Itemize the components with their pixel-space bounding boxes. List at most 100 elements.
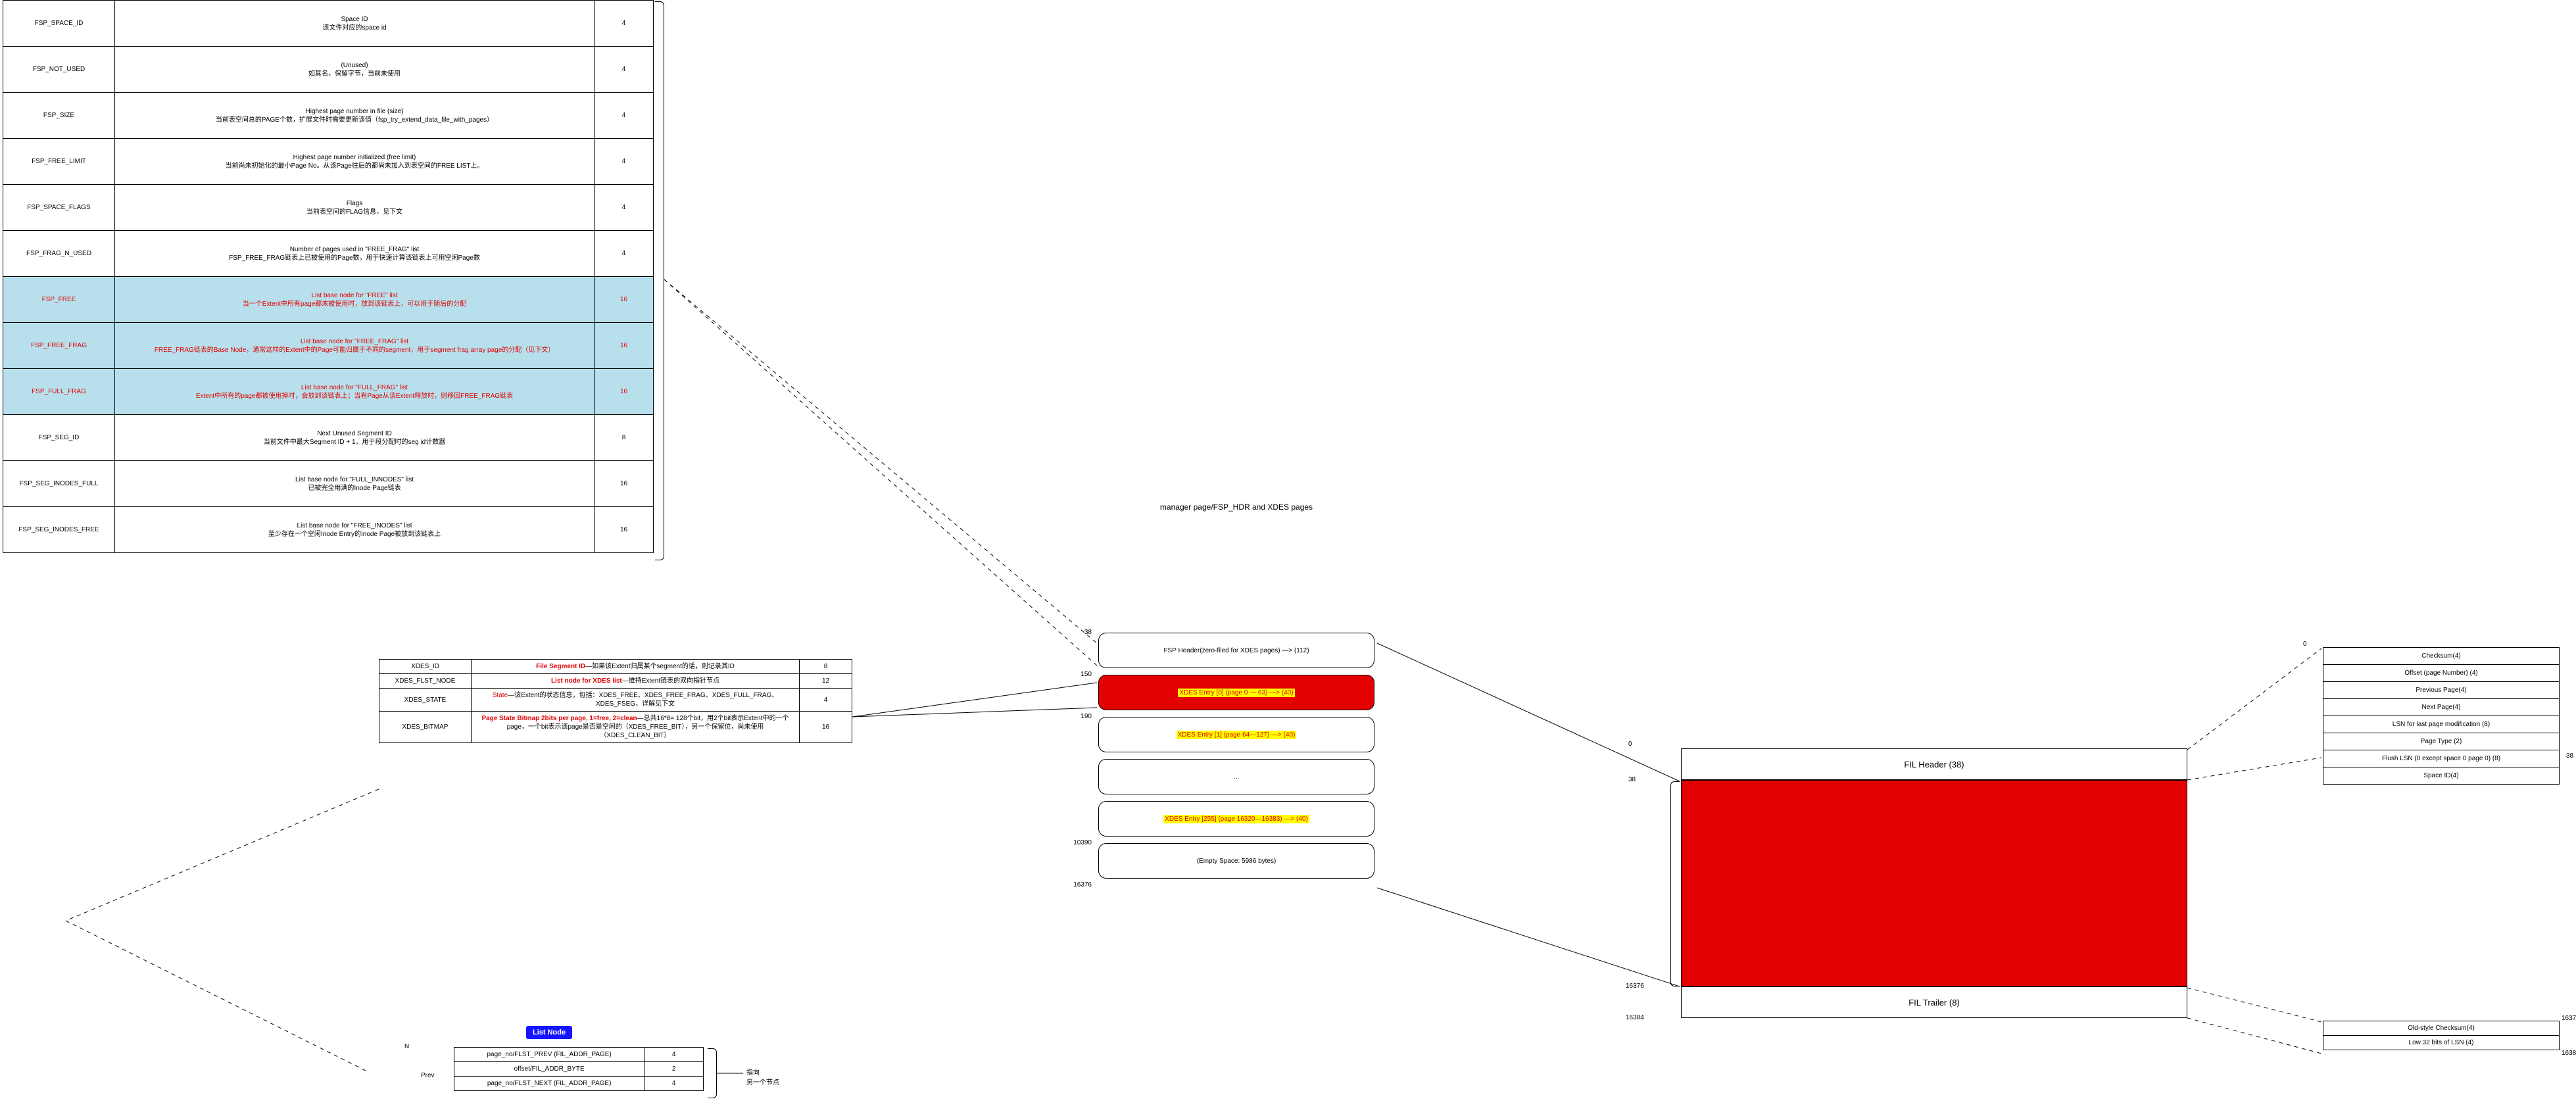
listnode-prev-label: Prev: [421, 1072, 435, 1079]
fsp-row-desc: Highest page number in file (size) 当前表空间…: [114, 93, 594, 139]
listnode-pointer-label: 指向 另一个节点: [746, 1067, 779, 1086]
fsp-row-desc: List base node for "FREE_FRAG" list FREE…: [114, 323, 594, 369]
fsp-row-bytes: 16: [595, 507, 654, 553]
fsp-row-desc: Next Unused Segment ID 当前文件中最大Segment ID…: [114, 415, 594, 461]
xdes-row-key: XDES_STATE: [379, 689, 472, 712]
bigpage-offset-16384: 16384: [1626, 1014, 1644, 1021]
fil-header-field: Flush LSN (0 except space 0 page 0) (8): [2323, 750, 2560, 767]
fsp-row-key: FSP_SPACE_ID: [3, 1, 115, 47]
fsp-row-desc: Flags 当前表空间的FLAG信息，见下文: [114, 185, 594, 231]
fsp-row-key: FSP_FREE: [3, 277, 115, 323]
manager-page-box: (Empty Space: 5986 bytes): [1098, 843, 1374, 879]
fsp-row-bytes: 4: [595, 185, 654, 231]
fsp-row-key: FSP_FRAG_N_USED: [3, 231, 115, 277]
fsp-row-bytes: 4: [595, 1, 654, 47]
fil-trailer-block: FIL Trailer (8): [1681, 986, 2187, 1018]
fsp-row-bytes: 8: [595, 415, 654, 461]
xdes-row-bytes: 8: [800, 660, 852, 674]
fsp-row-bytes: 4: [595, 93, 654, 139]
listnode-row-bytes: 2: [644, 1062, 704, 1077]
fil-header-field: Page Type (2): [2323, 733, 2560, 750]
fsp-row-desc: List base node for "FREE_INODES" list 至少…: [114, 507, 594, 553]
fsp-row-key: FSP_FREE_LIMIT: [3, 139, 115, 185]
listnode-row-key: page_no/FLST_PREV (FIL_ADDR_PAGE): [454, 1048, 644, 1062]
fil-trailer-label: FIL Trailer (8): [1908, 998, 1960, 1008]
xdes-row-bytes: 12: [800, 674, 852, 689]
fsp-row-key: FSP_SPACE_FLAGS: [3, 185, 115, 231]
listnode-row-key: offset/FIL_ADDR_BYTE: [454, 1062, 644, 1077]
xdes-row-desc: File Segment ID—如果该Extent归属某个segment的话，则…: [471, 660, 799, 674]
manager-page-box: XDES Entry [255] (page 16320—16383) —> (…: [1098, 801, 1374, 837]
trailer-offset-top: 16376: [2562, 1015, 2576, 1022]
xdes-entry-highlight: XDES Entry [0] (page 0 — 63) —> (40): [1178, 689, 1294, 697]
fsp-row-desc: List base node for "FREE" list 当一个Extent…: [114, 277, 594, 323]
fsp-row-key: FSP_SIZE: [3, 93, 115, 139]
fil-header-field: Space ID(4): [2323, 767, 2560, 785]
fsp-row-key: FSP_FREE_FRAG: [3, 323, 115, 369]
xdes-row-key: XDES_FLST_NODE: [379, 674, 472, 689]
fsp-row-key: FSP_NOT_USED: [3, 47, 115, 93]
fsp-row-key: FSP_FULL_FRAG: [3, 369, 115, 415]
fil-offset-0: 0: [2303, 641, 2307, 648]
fsp-row-desc: Space ID 该文件对应的space id: [114, 1, 594, 47]
fsp-row-bytes: 16: [595, 369, 654, 415]
fsp-row-desc: Number of pages used in "FREE_FRAG" list…: [114, 231, 594, 277]
fsp-row-key: FSP_SEG_INODES_FREE: [3, 507, 115, 553]
manager-offset-label: 10390: [1052, 839, 1092, 846]
manager-page-title: manager page/FSP_HDR and XDES pages: [1098, 502, 1374, 512]
listnode-row-bytes: 4: [644, 1048, 704, 1062]
page-body-block: [1681, 780, 2187, 986]
xdes-row-desc: State—该Extent的状态信息，包括：XDES_FREE、XDES_FRE…: [471, 689, 799, 712]
fsp-bracket: [655, 1, 664, 560]
fsp-header-table: FSP_SPACE_IDSpace ID 该文件对应的space id4FSP_…: [3, 0, 654, 553]
fsp-row-desc: (Unused) 如其名，保留字节，当前未使用: [114, 47, 594, 93]
bigpage-offset-0: 0: [1628, 741, 1632, 748]
trailer-offset-bot: 16384: [2562, 1050, 2576, 1057]
fsp-row-desc: List base node for "FULL_INNODES" list 已…: [114, 461, 594, 507]
manager-page-box: XDES Entry [0] (page 0 — 63) —> (40): [1098, 675, 1374, 710]
list-node-table: page_no/FLST_PREV (FIL_ADDR_PAGE)4offset…: [454, 1047, 704, 1091]
listnode-row-key: page_no/FLST_NEXT (FIL_ADDR_PAGE): [454, 1077, 644, 1091]
fil-header-block: FIL Header (38): [1681, 748, 2187, 780]
fsp-row-key: FSP_SEG_INODES_FULL: [3, 461, 115, 507]
fsp-row-bytes: 16: [595, 277, 654, 323]
fil-header-detail-table: Checksum(4)Offset (page Number) (4)Previ…: [2323, 647, 2560, 785]
manager-offset-label: 16376: [1052, 881, 1092, 888]
manager-offset-label: 38: [1052, 629, 1092, 636]
fsp-row-key: FSP_SEG_ID: [3, 415, 115, 461]
xdes-entry-table: XDES_IDFile Segment ID—如果该Extent归属某个segm…: [379, 659, 852, 743]
fil-header-field: Checksum(4): [2323, 648, 2560, 665]
xdes-row-bytes: 4: [800, 689, 852, 712]
manager-offset-label: 150: [1052, 671, 1092, 678]
bigpage-offset-16376: 16376: [1626, 983, 1644, 990]
fil-offset-38: 38: [2566, 752, 2573, 760]
fil-trailer-detail-table: Old-style Checksum(4)Low 32 bits of LSN …: [2323, 1021, 2560, 1050]
manager-page-box: FSP Header(zero-filed for XDES pages) —>…: [1098, 633, 1374, 668]
list-node-title: List Node: [526, 1026, 572, 1039]
manager-page-box: XDES Entry [1] (page 64—127) —> (40): [1098, 717, 1374, 752]
ln-bracket: [708, 1048, 717, 1098]
xdes-row-desc: List node for XDES list—维持Extent链表的双向指针节…: [471, 674, 799, 689]
xdes-row-key: XDES_ID: [379, 660, 472, 674]
fil-trailer-field: Old-style Checksum(4): [2323, 1021, 2560, 1036]
manager-page-stack: 38FSP Header(zero-filed for XDES pages) …: [1098, 633, 1374, 885]
fsp-row-bytes: 16: [595, 461, 654, 507]
fsp-row-desc: List base node for "FULL_FRAG" list Exte…: [114, 369, 594, 415]
bigpage-bracket: [1670, 781, 1680, 986]
fil-trailer-field: Low 32 bits of LSN (4): [2323, 1036, 2560, 1050]
listnode-row-bytes: 4: [644, 1077, 704, 1091]
fsp-row-desc: Highest page number initialized (free li…: [114, 139, 594, 185]
fil-header-label: FIL Header (38): [1904, 760, 1964, 769]
fsp-row-bytes: 16: [595, 323, 654, 369]
listnode-n-label: N: [404, 1043, 409, 1050]
xdes-entry-highlight: XDES Entry [1] (page 64—127) —> (40): [1177, 731, 1297, 739]
fsp-row-bytes: 4: [595, 47, 654, 93]
xdes-row-desc: Page State Bitmap 2bits per page, 1=free…: [471, 712, 799, 743]
xdes-row-key: XDES_BITMAP: [379, 712, 472, 743]
manager-offset-label: 190: [1052, 713, 1092, 720]
fil-header-field: Next Page(4): [2323, 699, 2560, 716]
fsp-row-bytes: 4: [595, 139, 654, 185]
xdes-entry-highlight: XDES Entry [255] (page 16320—16383) —> (…: [1163, 815, 1309, 823]
fil-header-field: Offset (page Number) (4): [2323, 665, 2560, 682]
bigpage-offset-38-left: 38: [1628, 776, 1636, 783]
